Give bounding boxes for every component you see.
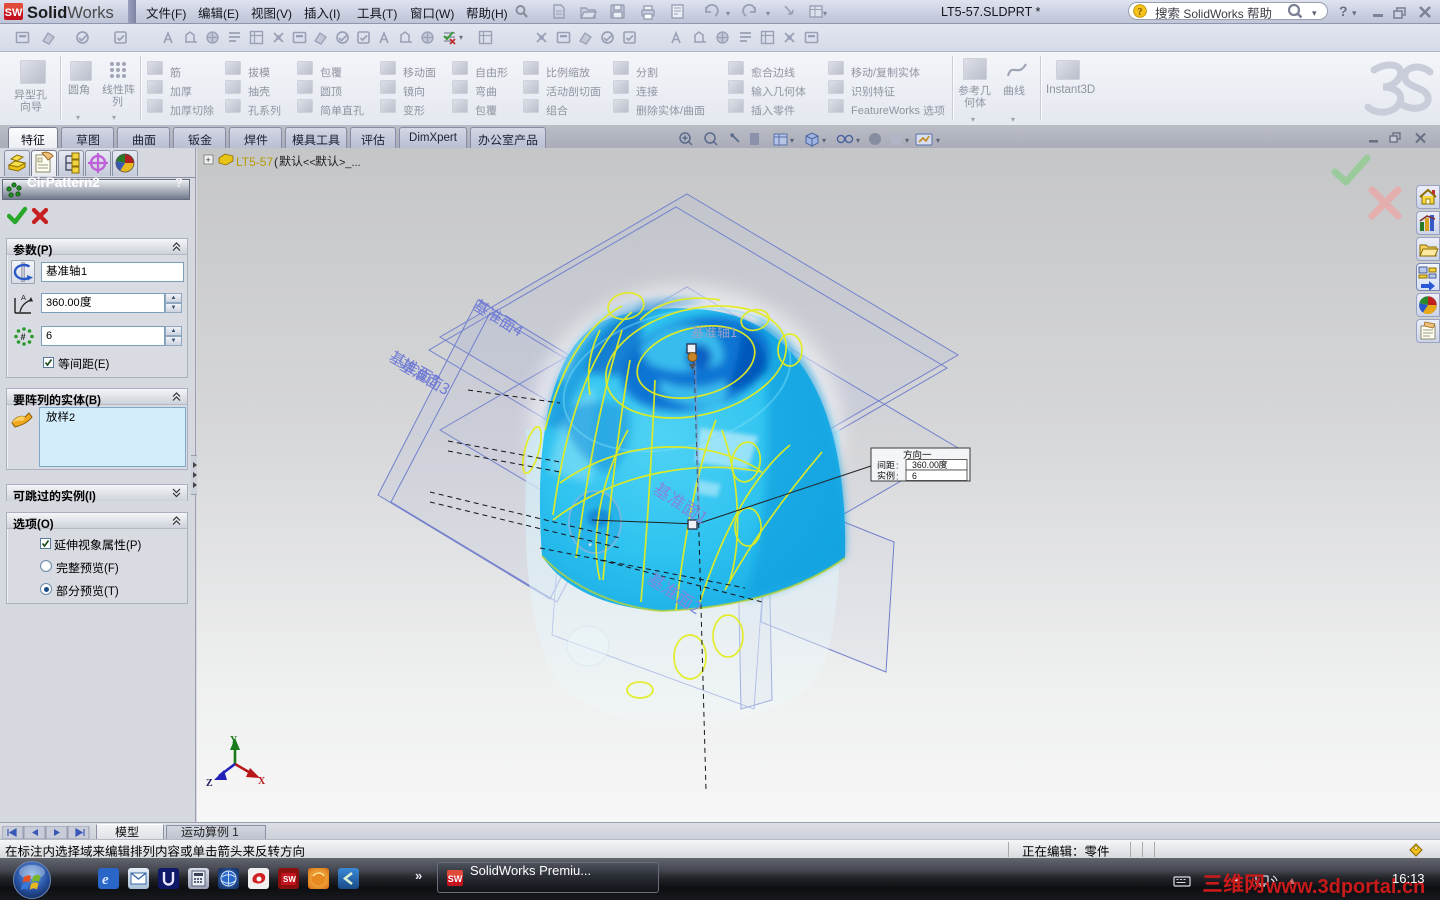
svg-text:LT5-57: LT5-57 [236, 155, 273, 169]
svg-text:▾: ▾ [822, 136, 826, 145]
svg-text:SolidWorks: SolidWorks [27, 4, 114, 22]
svg-text:SW: SW [5, 7, 23, 19]
svg-text::: : [896, 472, 899, 482]
svg-text:A: A [21, 293, 26, 302]
svg-text:6: 6 [912, 471, 917, 481]
svg-text:▾: ▾ [766, 9, 770, 18]
svg-text:▾: ▾ [856, 136, 860, 145]
svg-text:<<: << [303, 157, 316, 169]
svg-text:Y: Y [230, 735, 238, 746]
svg-text:X: X [258, 776, 266, 787]
svg-text:▾: ▾ [936, 136, 940, 145]
svg-text:▾: ▾ [823, 9, 827, 18]
svg-text:?: ? [1138, 7, 1143, 18]
svg-text:#: # [21, 332, 26, 342]
svg-text:▾: ▾ [726, 9, 730, 18]
svg-text:SW: SW [448, 874, 463, 884]
svg-text:>_...: >_... [339, 157, 361, 169]
svg-text:Z: Z [206, 778, 213, 789]
svg-text:▾: ▾ [790, 136, 794, 145]
svg-text:SW: SW [283, 875, 296, 884]
svg-text:*: * [588, 541, 593, 553]
svg-text:360.00: 360.00 [912, 460, 939, 470]
svg-text:(: ( [274, 155, 278, 169]
svg-text::: : [896, 461, 899, 471]
svg-text:+: + [206, 155, 211, 165]
svg-text:e: e [102, 872, 109, 888]
svg-text:▾: ▾ [905, 136, 909, 145]
